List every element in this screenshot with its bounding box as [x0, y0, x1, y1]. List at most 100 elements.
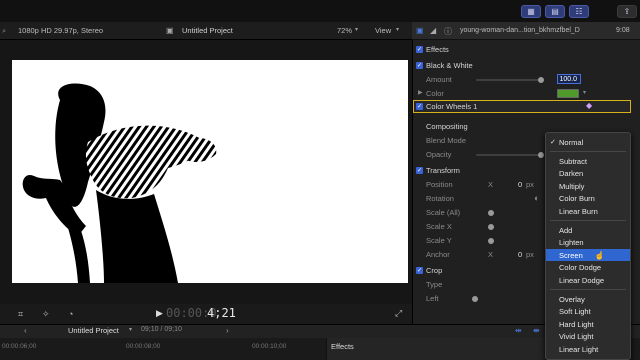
effects-browser — [326, 338, 545, 360]
scale-y-label: Scale Y — [426, 236, 452, 245]
color-disclosure-icon[interactable]: ▶ — [418, 89, 423, 96]
blend-option-normal[interactable]: ✓ Normal — [546, 136, 630, 148]
search-icon[interactable]: ⌕ — [2, 26, 6, 36]
crop-checkbox[interactable]: ✓ — [416, 267, 423, 274]
opacity-slider[interactable] — [476, 154, 544, 156]
snapping-icon[interactable]: ⇼ — [533, 326, 540, 335]
timeline-position: 09;10 / 09;10 — [141, 326, 182, 333]
amount-slider-knob[interactable] — [538, 77, 544, 83]
blend-option-linear-light[interactable]: Linear Light — [546, 343, 630, 355]
skimming-icon[interactable]: ⇹ — [515, 326, 522, 335]
blend-option-hard-light[interactable]: Hard Light — [546, 318, 630, 330]
blend-option-color-dodge[interactable]: Color Dodge — [546, 262, 630, 274]
dancer-silhouette-image — [22, 83, 217, 283]
blend-option-overlay[interactable]: Overlay — [546, 293, 630, 305]
transform-label: Transform — [426, 166, 460, 175]
share-button[interactable]: ⇪ — [617, 5, 637, 18]
color-wheels-checkbox[interactable]: ✓ — [416, 103, 423, 110]
clip-duration: 9:08 — [616, 27, 630, 34]
speed-gauge-icon[interactable]: ◔ — [68, 309, 73, 319]
share-icon: ⇪ — [623, 7, 631, 16]
crop-tool-icon[interactable]: ⌗ — [18, 309, 23, 320]
clapper-icon: ▣ — [166, 26, 174, 35]
amount-value-field[interactable]: 100.0 — [557, 74, 581, 84]
scale-all-label: Scale (All) — [426, 208, 461, 217]
effects-checkbox[interactable]: ✓ — [416, 46, 423, 53]
crop-type-label: Type — [426, 280, 443, 289]
compositing-label: Compositing — [426, 122, 468, 131]
color-wheels-icon[interactable]: ◆ — [586, 101, 592, 110]
timeline-icon: ▤ — [551, 7, 559, 16]
enhance-wand-icon[interactable]: ✧ — [42, 309, 50, 320]
play-icon[interactable]: ▶ — [156, 308, 163, 319]
color-swatch[interactable] — [557, 89, 579, 98]
blend-option-linear-dodge[interactable]: Linear Dodge — [546, 274, 630, 286]
blend-option-lighten[interactable]: Lighten — [546, 237, 630, 249]
color-chevron-icon[interactable]: ▾ — [583, 89, 586, 96]
video-frame — [12, 60, 408, 283]
fullscreen-icon[interactable]: ⤢ — [395, 308, 402, 319]
inspector-toggle-button[interactable]: ☷ — [569, 5, 589, 18]
position-unit: px — [526, 180, 534, 189]
inspector-toggle-icon: ☷ — [575, 7, 583, 16]
blend-option-multiply[interactable]: Multiply — [546, 180, 630, 192]
view-menu[interactable]: View — [375, 26, 391, 35]
video-inspector-icon[interactable]: ▣ — [416, 26, 424, 35]
crop-left-label: Left — [426, 294, 439, 303]
blend-option-color-burn[interactable]: Color Burn — [546, 193, 630, 205]
scale-x-label: Scale X — [426, 222, 452, 231]
crop-label: Crop — [426, 266, 443, 275]
timeline-back-icon[interactable]: ‹ — [24, 326, 27, 335]
anchor-x-value[interactable]: 0 — [518, 250, 522, 259]
ruler-tick: 00:00:10;00 — [252, 343, 287, 350]
rotation-dial-icon[interactable]: ◐ — [534, 193, 539, 203]
blend-option-vivid-light[interactable]: Vivid Light — [546, 331, 630, 343]
ruler-tick: 00:00:06;00 — [2, 343, 37, 350]
timeline-forward-icon[interactable]: › — [226, 326, 229, 335]
blend-mode-menu: ✓ Normal Subtract Darken Multiply Color B… — [545, 132, 631, 360]
scale-y-knob[interactable] — [488, 238, 494, 244]
position-x-value[interactable]: 0 — [518, 180, 522, 189]
black-white-checkbox[interactable]: ✓ — [416, 62, 423, 69]
amount-slider[interactable] — [476, 79, 544, 81]
blend-option-linear-burn[interactable]: Linear Burn — [546, 205, 630, 217]
color-label: Color — [426, 89, 444, 98]
position-axis-label: X — [488, 180, 494, 189]
amount-label: Amount — [426, 75, 452, 84]
blend-option-add[interactable]: Add — [546, 224, 630, 236]
anchor-unit: px — [526, 250, 534, 259]
zoom-dropdown[interactable]: 72% — [337, 26, 352, 35]
format-label: 1080p HD 29.97p, Stereo — [18, 26, 104, 35]
zoom-chevron-icon: ▾ — [355, 27, 359, 33]
ruler-tick: 00:00:08;00 — [126, 343, 161, 350]
blend-option-darken[interactable]: Darken — [546, 168, 630, 180]
effects-browser-title: Effects — [331, 342, 354, 351]
opacity-slider-knob[interactable] — [538, 152, 544, 158]
timeline-project-title[interactable]: Untitled Project — [68, 326, 119, 335]
library-icon: ▦ — [527, 7, 535, 16]
blend-option-subtract[interactable]: Subtract — [546, 155, 630, 167]
project-chevron-icon: ▾ — [129, 327, 133, 333]
viewer-project-title: Untitled Project — [182, 26, 233, 35]
info-icon[interactable]: ⓘ — [444, 26, 452, 37]
transform-checkbox[interactable]: ✓ — [416, 167, 423, 174]
scale-x-knob[interactable] — [488, 224, 494, 230]
color-inspector-icon[interactable]: ◢ — [430, 26, 436, 35]
clip-name: young-woman-dan...tion_bkhmzfbel_D — [460, 27, 580, 34]
scale-all-knob[interactable] — [488, 210, 494, 216]
anchor-label: Anchor — [426, 250, 450, 259]
view-chevron-icon: ▾ — [396, 27, 400, 33]
position-label: Position — [426, 180, 453, 189]
opacity-label: Opacity — [426, 150, 452, 159]
effects-section-title: Effects — [426, 45, 449, 54]
timeline-toggle-button[interactable]: ▤ — [545, 5, 565, 18]
menu-divider — [550, 220, 626, 221]
blend-option-screen[interactable]: Screen ☝ — [546, 249, 630, 261]
black-white-effect-label: Black & White — [426, 61, 473, 70]
timecode-current: 4;21 — [207, 306, 236, 320]
library-toggle-button[interactable]: ▦ — [521, 5, 541, 18]
blend-option-soft-light[interactable]: Soft Light — [546, 306, 630, 318]
menu-divider — [550, 289, 626, 290]
color-wheels-label: Color Wheels 1 — [426, 102, 478, 111]
crop-left-knob[interactable] — [472, 296, 478, 302]
